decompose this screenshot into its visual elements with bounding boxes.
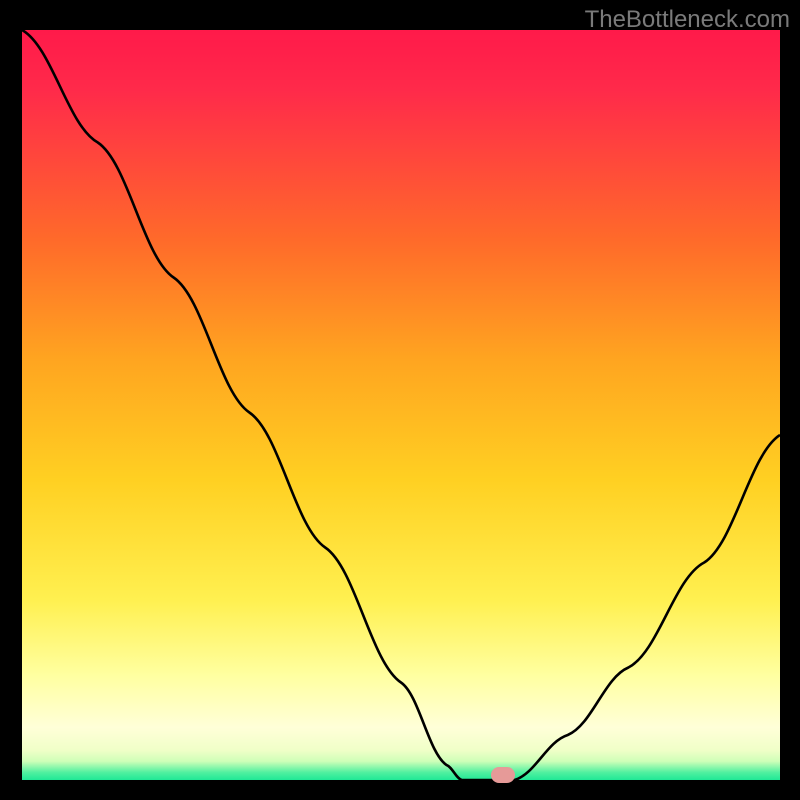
attribution-label: TheBottleneck.com xyxy=(585,6,790,34)
optimal-marker xyxy=(491,767,515,783)
bottleneck-curve xyxy=(22,30,780,780)
